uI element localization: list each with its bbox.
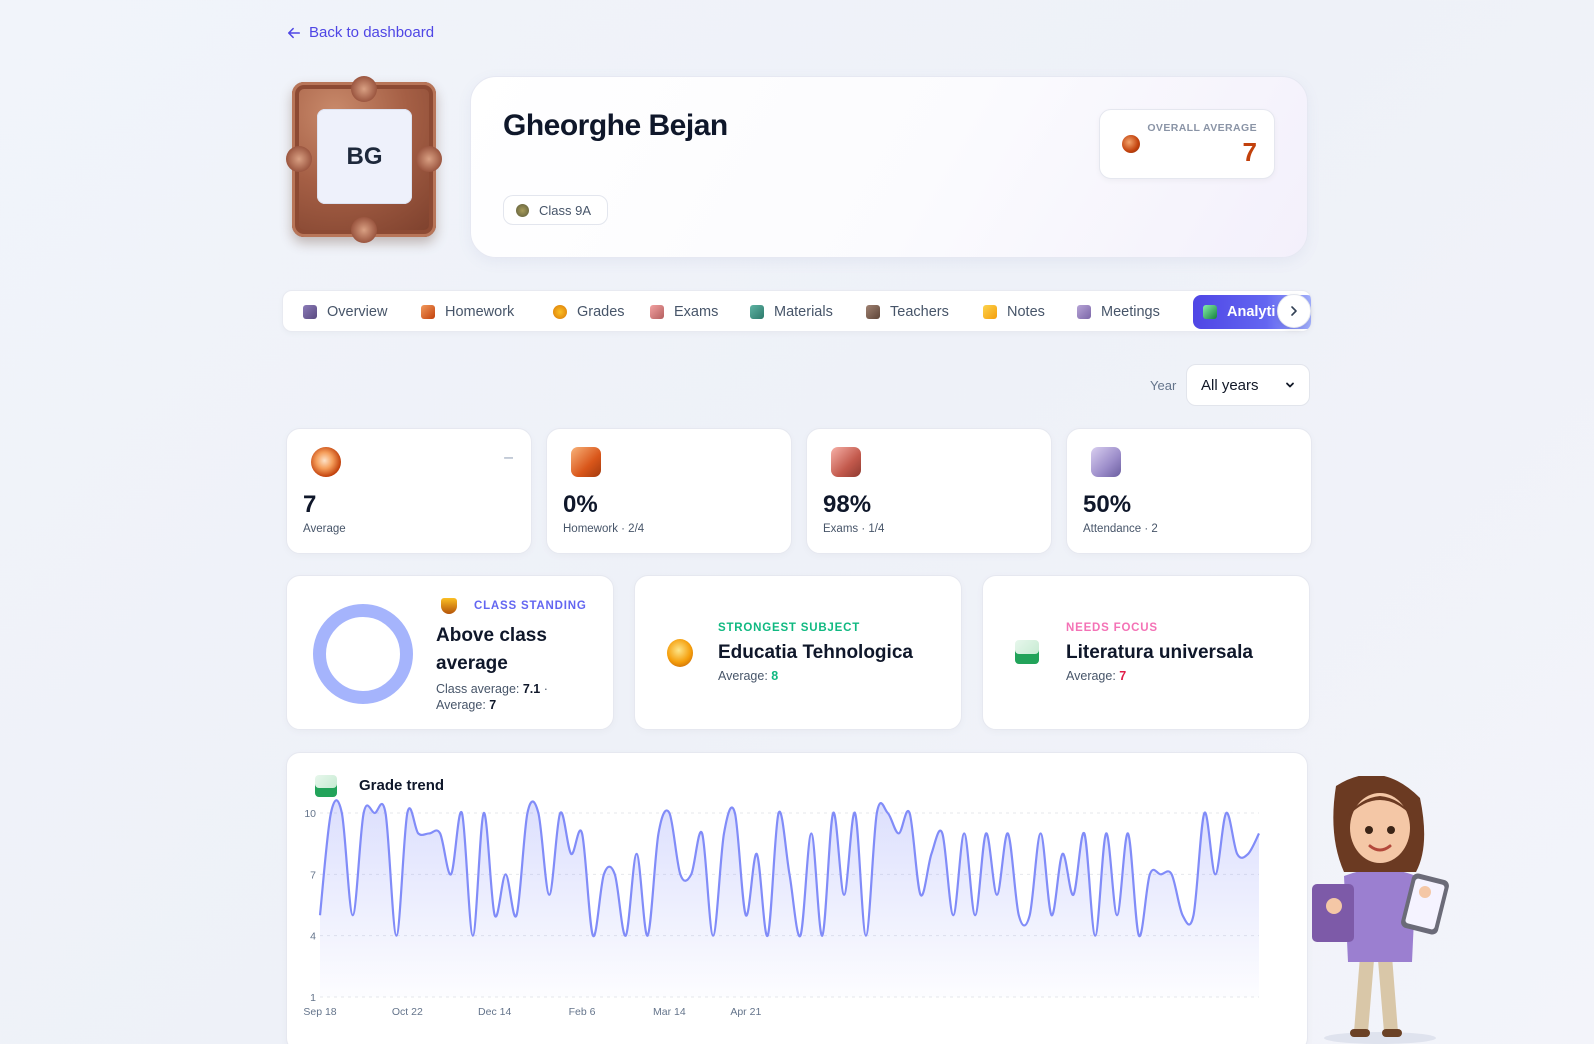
calendar-icon: [1091, 447, 1121, 477]
gauge-icon: [311, 447, 341, 477]
overall-average-box: OVERALL AVERAGE 7: [1099, 109, 1275, 179]
avatar-initials: BG: [317, 109, 412, 204]
gauge-icon: [1122, 135, 1140, 153]
tab-grades[interactable]: Grades: [543, 295, 635, 329]
stat-value: 98%: [823, 491, 872, 518]
stat-label: Homework · 2/4: [563, 523, 645, 535]
teacher-mascot-illustration: [1312, 776, 1449, 1044]
stat-value: 50%: [1083, 491, 1132, 518]
year-select-value: All years: [1201, 376, 1259, 394]
strongest-subject-name: Educatia Tehnologica: [718, 642, 913, 663]
standing-eyebrow: CLASS STANDING: [474, 600, 587, 612]
x-tick-label: Feb 6: [569, 1006, 596, 1018]
class-badge: Class 9A: [503, 195, 609, 225]
x-tick-label: Apr 21: [730, 1006, 761, 1018]
chevron-down-icon: [1286, 382, 1294, 388]
chart-up-icon: [315, 775, 337, 797]
tab-overview[interactable]: Overview: [293, 295, 397, 329]
student-name: Gheorghe Bejan: [503, 109, 728, 142]
x-tick-label: Oct 22: [392, 1006, 423, 1018]
tab-exams[interactable]: Exams: [640, 295, 728, 329]
year-select[interactable]: All years: [1186, 364, 1310, 406]
y-tick-label: 7: [310, 869, 316, 881]
homework-icon: [571, 447, 601, 477]
stat-value: 7: [303, 491, 317, 518]
meetings-icon: [1077, 305, 1091, 319]
focus-average-value: 7: [1119, 669, 1127, 683]
chart-up-icon: [1015, 640, 1039, 664]
stat-card-attendance: 50% Attendance · 2: [1066, 428, 1312, 554]
medal-icon: [667, 639, 693, 667]
stat-label: Attendance · 2: [1083, 523, 1158, 535]
x-tick-label: Dec 14: [478, 1006, 511, 1018]
grades-icon: [553, 305, 567, 319]
tab-meetings[interactable]: Meetings: [1067, 295, 1170, 329]
grade-trend-card: 1 4 7 10 Sep 18 Oct 22 Dec 14 Feb 6 Mar 14 Apr 21…: [286, 752, 1308, 1044]
analytics-icon: [1203, 305, 1217, 319]
stat-card-exams: 98% Exams · 1/4: [806, 428, 1052, 554]
standing-ring: [313, 604, 413, 704]
exams-icon: [650, 305, 664, 319]
materials-icon: [750, 305, 764, 319]
y-tick-label: 4: [310, 931, 316, 943]
strongest-subject-card: STRONGEST SUBJECT Educatia Tehnologica A…: [634, 575, 962, 730]
trophy-icon: [441, 598, 457, 614]
tab-teachers[interactable]: Teachers: [856, 295, 959, 329]
focus-subject-name: Literatura universala: [1066, 642, 1253, 663]
standing-title: Above class average: [436, 625, 547, 674]
tabs-bar: Overview Homework Grades Exams Materials…: [282, 290, 1312, 332]
chart-title: Grade trend: [359, 777, 445, 794]
class-average-value: 7.1: [522, 682, 541, 696]
stat-label: Exams · 1/4: [823, 523, 885, 535]
needs-focus-card: NEEDS FOCUS Literatura universala Averag…: [982, 575, 1310, 730]
year-filter-label: Year: [1150, 378, 1177, 393]
overview-icon: [303, 305, 317, 319]
strongest-detail: Average: 8: [718, 669, 779, 683]
stat-card-average: – 7 Average: [286, 428, 532, 554]
class-icon: [516, 203, 529, 217]
focus-detail: Average: 7: [1066, 669, 1127, 683]
overall-average-label: OVERALL AVERAGE: [1147, 122, 1257, 134]
x-tick-label: Mar 14: [653, 1006, 686, 1018]
notes-icon: [983, 305, 997, 319]
grade-trend-chart: 1 4 7 10 Sep 18 Oct 22 Dec 14 Feb 6 Mar 14 Apr 21: [303, 799, 1260, 1018]
focus-eyebrow: NEEDS FOCUS: [1066, 622, 1158, 634]
standing-detail: Class average: 7.1 · Average: 7: [436, 682, 548, 712]
strongest-eyebrow: STRONGEST SUBJECT: [718, 622, 861, 634]
class-label: Class 9A: [539, 202, 592, 218]
back-link-label: Back to dashboard: [309, 24, 435, 41]
class-standing-card: CLASS STANDING Above class average Class…: [286, 575, 614, 730]
trend-indicator: –: [504, 449, 513, 466]
homework-icon: [421, 305, 435, 319]
tabs-scroll-right-button[interactable]: [1277, 294, 1311, 328]
avatar-frame: BG: [286, 76, 442, 243]
clipboard-icon: [831, 447, 861, 477]
teachers-icon: [866, 305, 880, 319]
back-to-dashboard-link[interactable]: Back to dashboard: [287, 24, 434, 41]
tab-homework[interactable]: Homework: [411, 295, 524, 329]
x-tick-label: Sep 18: [303, 1006, 336, 1018]
strongest-average-value: 8: [771, 669, 779, 683]
y-tick-label: 10: [304, 808, 316, 820]
overall-average-value: 7: [1242, 137, 1257, 167]
series-area: [320, 800, 1259, 997]
stat-label: Average: [303, 523, 346, 535]
arrow-left-icon: [287, 27, 301, 38]
tab-materials[interactable]: Materials: [740, 295, 843, 329]
y-tick-label: 1: [310, 992, 316, 1004]
stat-card-homework: 0% Homework · 2/4: [546, 428, 792, 554]
stat-value: 0%: [563, 491, 598, 518]
tab-notes[interactable]: Notes: [973, 295, 1055, 329]
profile-card: Gheorghe Bejan Class 9A OVERALL AVERAGE …: [470, 76, 1308, 258]
student-average-value: 7: [489, 698, 497, 712]
chevron-right-icon: [1291, 306, 1297, 316]
